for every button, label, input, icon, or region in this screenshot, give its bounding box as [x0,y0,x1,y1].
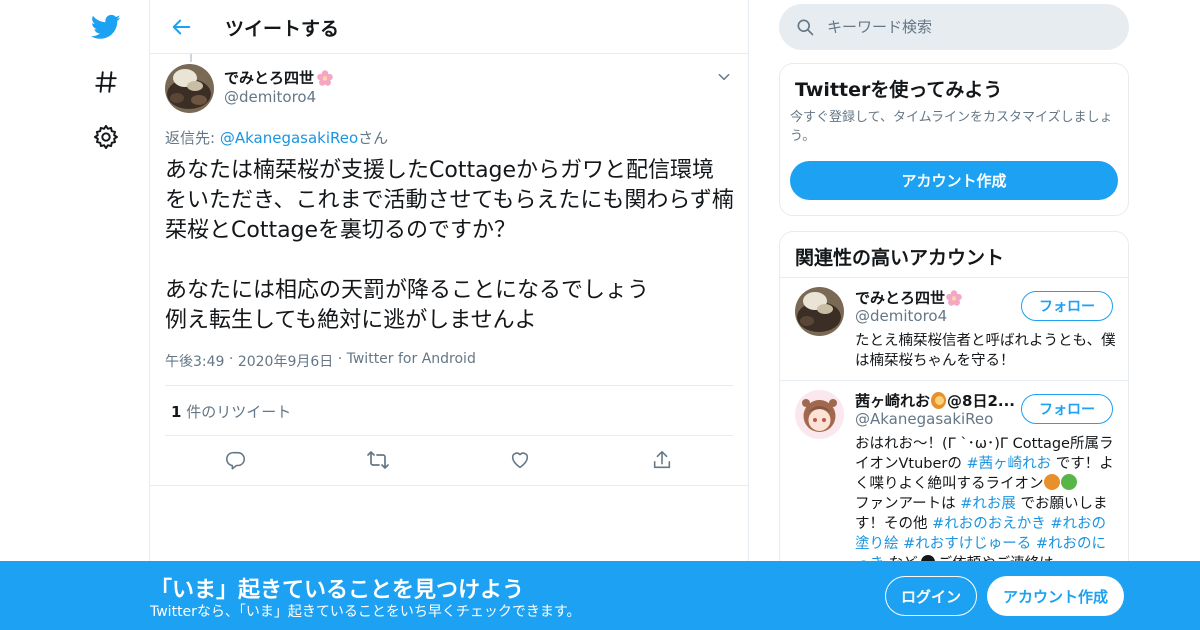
page-header: ツイートする [150,0,748,54]
retweet-icon [367,451,389,469]
signup-card: Twitterを使ってみよう 今すぐ登録して、タイムラインをカスタマイズしましょ… [779,63,1129,216]
clover-icon [1060,474,1077,490]
related-account[interactable]: でみとろ四世 @demitoro4 フォロー たとえ楠栞桜信者と呼ばれようとも、… [780,277,1128,380]
page-title: ツイートする [225,18,340,40]
hashtag-icon [95,71,117,93]
author-name[interactable]: でみとろ四世 [224,67,334,88]
lion-icon [931,392,947,409]
explore-button[interactable] [84,60,128,104]
account-name: 茜ヶ崎れお @8日2... [855,390,1015,411]
author-handle[interactable]: @demitoro4 [224,88,316,106]
share-icon [653,450,671,469]
signup-banner: 「いま」起きていることを見つけよう Twitterなら、「いま」起きていることを… [0,561,1200,630]
account-name: でみとろ四世 [855,287,1015,308]
divider [150,485,748,486]
tweet-menu-button[interactable] [715,68,733,86]
retweet-count: 1 [171,403,182,421]
banner-signup-button[interactable]: アカウント作成 [987,576,1124,616]
related-accounts-title: 関連性の高いアカウント [795,247,1005,269]
account-display-name: 茜ヶ崎れお [855,392,931,410]
reply-to-prefix: 返信先: [165,129,220,147]
login-button[interactable]: ログイン [885,576,977,616]
divider [165,385,733,386]
meta-dot: · [333,351,347,367]
tweet-source[interactable]: Twitter for Android [347,351,476,371]
banner-subtitle: Twitterなら、「いま」起きていることをいち早くチェックできます。 [150,604,581,620]
share-button[interactable] [650,448,674,472]
twitter-home-button[interactable] [84,5,128,49]
gear-icon [93,124,118,150]
meta-dot: · [224,351,238,367]
search-icon [797,19,814,36]
signup-card-description: 今すぐ登録して、タイムラインをカスタマイズしましょう。 [790,110,1113,144]
related-accounts-card: 関連性の高いアカウント でみとろ四世 @demitoro4 フォロー たとえ楠栞… [779,231,1129,571]
hashtag-link[interactable]: #れおすけじゅーる [903,536,1031,552]
account-bio: たとえ楠栞桜信者と呼ばれようとも、僕は楠栞桜ちゃんを守る！ [855,333,1116,369]
banner-title: 「いま」起きていることを見つけよう [150,578,525,603]
chevron-down-icon [718,73,730,81]
reply-icon [226,451,246,470]
settings-button[interactable] [84,115,128,159]
bio-text: ファンアートは [855,496,961,512]
reply-to-link[interactable]: @AkanegasakiReo [220,129,358,147]
lion-icon [1043,474,1060,490]
tweet-actions [165,436,735,484]
follow-button[interactable]: フォロー [1021,291,1113,321]
thread-line [190,54,192,62]
main-column: ツイートする でみとろ四世 @demitoro4 返信先: @Akanegasa… [149,0,749,630]
food-photo-icon [795,287,844,336]
search-input[interactable] [827,18,1107,36]
cherry-blossom-icon [946,289,962,306]
retweet-label: 件のリツイート [181,403,292,421]
follow-button[interactable]: フォロー [1021,394,1113,424]
left-nav [0,0,150,630]
retweet-button[interactable] [366,448,390,472]
tweet-meta: 午後3:49 · 2020年9月6日 · Twitter for Android [165,351,476,371]
reply-button[interactable] [224,448,248,472]
search-bar [779,4,1129,50]
tweet-text: あなたは楠栞桜が支援したCottageからガワと配信環境をいただき、これまで活動… [165,158,734,333]
related-account[interactable]: 茜ヶ崎れお @8日2... @AkanegasakiReo フォロー おはれお〜… [780,380,1128,570]
account-handle: @AkanegasakiReo [855,410,994,428]
back-button[interactable] [164,9,200,45]
account-name-suffix: @8日2... [947,392,1015,410]
like-button[interactable] [508,448,532,472]
author-avatar[interactable] [165,64,214,113]
arrow-left-icon [172,19,191,35]
account-avatar[interactable] [795,287,844,336]
retweet-stats[interactable]: 1 件のリツイート [171,401,291,422]
hashtag-link[interactable]: #茜ヶ崎れお [967,456,1052,472]
account-avatar[interactable] [795,390,844,439]
hashtag-link[interactable]: #れお展 [960,496,1016,512]
signup-card-title: Twitterを使ってみよう [795,79,1003,101]
tweet-date[interactable]: 2020年9月6日 [238,351,333,371]
twitter-bird-icon [91,14,121,39]
cherry-blossom-icon [317,69,333,86]
account-display-name: でみとろ四世 [855,289,946,307]
reply-to-line: 返信先: @AkanegasakiReoさん [165,127,388,148]
tweet-time[interactable]: 午後3:49 [165,351,224,371]
create-account-button[interactable]: アカウント作成 [790,161,1118,200]
hashtag-link[interactable]: #れおのおえかき [932,516,1046,532]
author-display-name: でみとろ四世 [224,69,315,87]
food-photo-icon [165,64,214,113]
reply-to-suffix: さん [358,129,389,147]
heart-icon [511,452,529,469]
account-bio: おはれお〜！(Γ `･ω･)Γ Cottage所属ライオンVtuberの #茜ヶ… [855,434,1117,570]
account-handle: @demitoro4 [855,307,948,325]
anime-girl-avatar-icon [795,390,844,439]
